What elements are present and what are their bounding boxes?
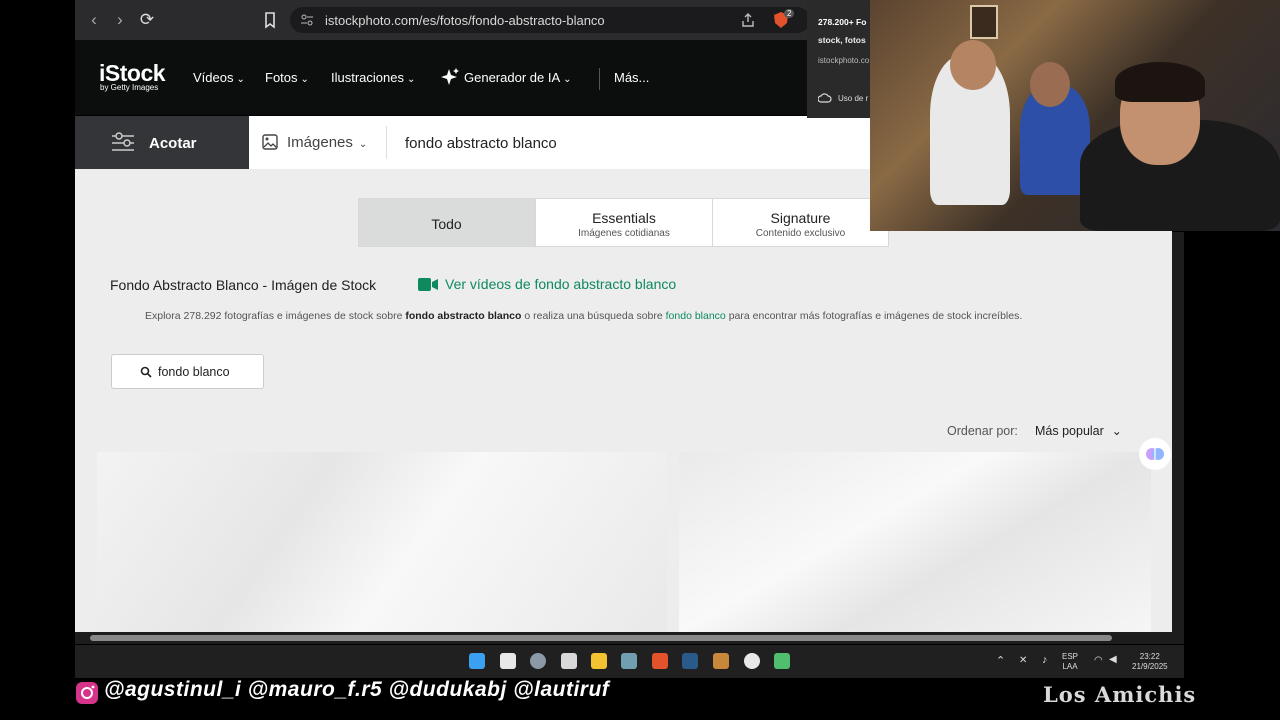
cloud-icon	[818, 92, 832, 104]
stream-brand: Los Amichis	[1043, 682, 1197, 707]
video-camera-icon	[418, 278, 438, 291]
related-search-link[interactable]: fondo blanco	[666, 310, 726, 322]
social-handles: @agustinul_i @mauro_f.r5 @dudukabj @laut…	[104, 678, 610, 701]
app-icon[interactable]	[774, 653, 790, 669]
tab-title: Signature	[770, 210, 831, 226]
bookmark-icon[interactable]	[260, 10, 280, 30]
forward-icon[interactable]: ›	[110, 10, 130, 30]
sparkle-icon	[439, 67, 461, 89]
url-text[interactable]: istockphoto.com/es/fotos/fondo-abstracto…	[325, 13, 605, 28]
result-image[interactable]	[679, 452, 1151, 632]
tab-title: Essentials	[592, 210, 656, 226]
search-icon	[140, 366, 152, 378]
notification-domain: istockphoto.co	[818, 56, 870, 65]
explore-text: Explora 278.292 fotografías e imágenes d…	[145, 310, 1023, 322]
site-settings-icon[interactable]	[300, 13, 314, 27]
chevron-down-icon: ⌄	[358, 139, 368, 150]
microphone-icon[interactable]: ♪	[1042, 654, 1048, 666]
chevron-down-icon: ⌄	[563, 74, 572, 85]
share-icon[interactable]	[740, 12, 756, 28]
notification-title: 278.200+ Fo	[818, 17, 867, 27]
person-hair	[1115, 62, 1205, 102]
file-explorer-icon[interactable]	[591, 653, 607, 669]
person-head	[950, 40, 996, 90]
instagram-icon	[75, 681, 99, 705]
filter-sliders-icon	[111, 131, 135, 153]
search-input[interactable]: fondo abstracto blanco	[405, 135, 557, 152]
brain-icon	[1146, 448, 1164, 460]
settings-icon[interactable]	[530, 653, 546, 669]
nav-generador-ia[interactable]: Generador de IA ⌄	[464, 70, 572, 85]
obs-icon[interactable]	[744, 653, 760, 669]
logo-subtitle: by Getty Images	[100, 83, 159, 92]
chevron-down-icon: ⌄	[1111, 424, 1122, 438]
wifi-icon[interactable]: ◠	[1094, 655, 1103, 666]
xbox-icon[interactable]	[561, 653, 577, 669]
notification-subtitle: stock, fotos	[818, 35, 866, 45]
language-indicator[interactable]: ESP LAA	[1062, 652, 1078, 672]
page-title: Fondo Abstracto Blanco - Imágen de Stock	[110, 277, 377, 293]
vertical-scrollbar[interactable]	[1172, 232, 1184, 632]
tray-chevron-up-icon[interactable]: ⌃	[996, 654, 1005, 667]
chip-label: fondo blanco	[158, 365, 230, 379]
chevron-down-icon: ⌄	[406, 74, 416, 85]
nav-fotos[interactable]: Fotos ⌄	[265, 70, 309, 85]
tab-todo[interactable]: Todo	[358, 198, 535, 247]
wall-frame	[970, 5, 998, 39]
ai-assistant-button[interactable]	[1139, 438, 1171, 470]
chevron-down-icon: ⌄	[236, 74, 245, 85]
game-launcher-icon[interactable]	[713, 653, 729, 669]
media-type-dropdown[interactable]: Imágenes ⌄	[287, 134, 367, 151]
store-icon[interactable]	[500, 653, 516, 669]
tab-signature[interactable]: Signature Contenido exclusivo	[712, 198, 889, 247]
tab-subtitle: Imágenes cotidianas	[578, 228, 670, 239]
person-head	[1030, 62, 1070, 107]
clock[interactable]: 23:22 21/9/2025	[1132, 652, 1168, 672]
volume-icon[interactable]: ◀	[1109, 654, 1117, 665]
video-link[interactable]: Ver vídeos de fondo abstracto blanco	[418, 276, 676, 292]
webcam-overlay	[870, 0, 1280, 231]
sort-label: Ordenar por:	[947, 424, 1018, 438]
steam-icon[interactable]	[682, 653, 698, 669]
tab-subtitle: Contenido exclusivo	[755, 228, 846, 239]
notification-usage: Uso de r	[838, 94, 869, 103]
mute-icon[interactable]: ✕	[1019, 655, 1027, 666]
search-divider	[386, 126, 387, 159]
nav-mas[interactable]: Más...	[614, 70, 649, 85]
nav-divider	[599, 68, 600, 90]
chevron-down-icon: ⌄	[300, 74, 309, 85]
nav-videos[interactable]: Vídeos ⌄	[193, 70, 245, 85]
image-icon	[262, 134, 278, 150]
filter-label: Acotar	[149, 135, 197, 152]
tab-essentials[interactable]: Essentials Imágenes cotidianas	[535, 198, 713, 247]
result-image[interactable]	[97, 452, 667, 632]
nav-ilustraciones[interactable]: Ilustraciones ⌄	[331, 70, 415, 85]
tab-title: Todo	[431, 216, 462, 232]
brave-browser-icon[interactable]	[652, 653, 668, 669]
back-icon[interactable]: ‹	[84, 10, 104, 30]
sort-dropdown[interactable]: Más popular ⌄	[1035, 424, 1122, 438]
app-icon[interactable]	[621, 653, 637, 669]
windows-start-icon[interactable]	[469, 653, 485, 669]
scrollbar-thumb[interactable]	[90, 635, 1112, 641]
reload-icon[interactable]: ⟳	[137, 10, 157, 30]
